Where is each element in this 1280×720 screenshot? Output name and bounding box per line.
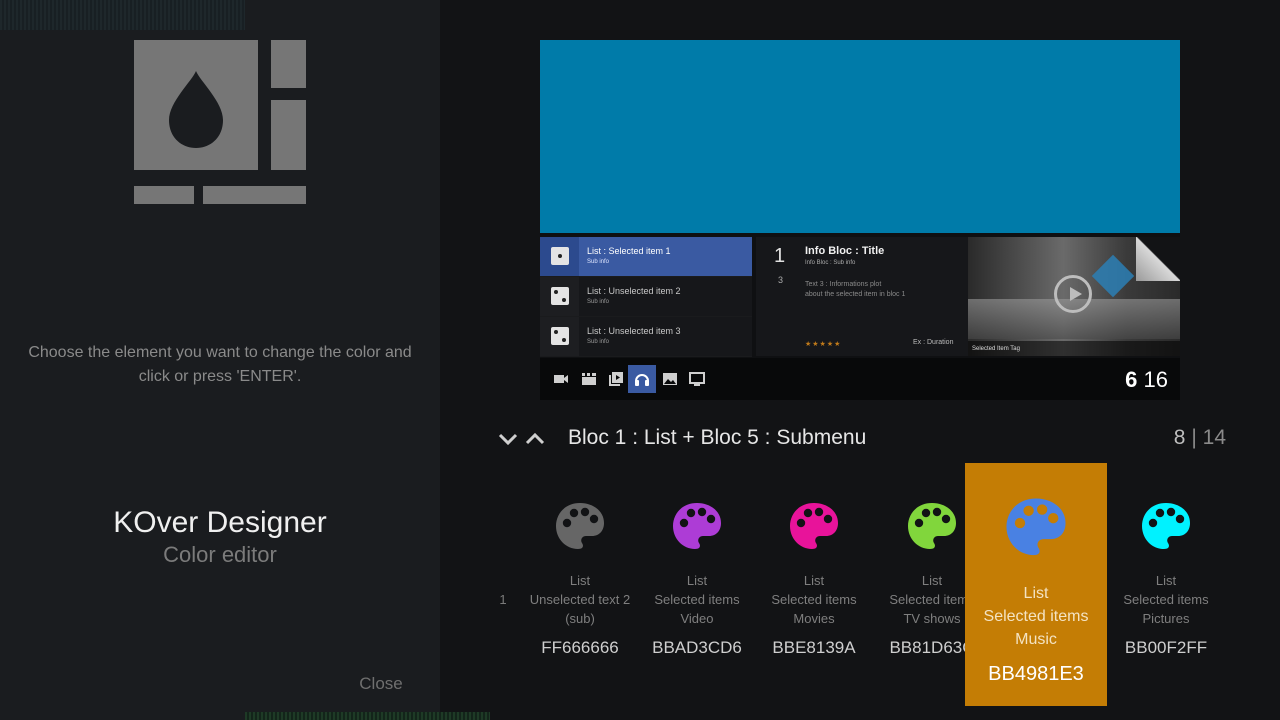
bloc-separator: | — [1191, 426, 1197, 449]
palette-icon — [1142, 503, 1190, 549]
info-small-number: 3 — [778, 275, 784, 285]
kodi-logo-icon — [1091, 254, 1135, 298]
palette-icon — [908, 503, 956, 549]
app-title: KOver Designer — [113, 506, 327, 539]
preview-thumb — [540, 317, 579, 356]
bloc-total: 14 — [1202, 426, 1226, 449]
bloc-title: Bloc 1 : List + Bloc 5 : Submenu — [568, 426, 867, 449]
swatch-label-line: Selected items — [1123, 592, 1209, 607]
palette-icon — [1006, 498, 1066, 556]
swatch-label-line: Selected items — [983, 608, 1089, 625]
preview-item-title: List : Selected item 1 — [587, 246, 671, 256]
headphones-icon — [635, 374, 649, 386]
top-decor-strip — [0, 0, 245, 30]
swatch-label-line: Pictures — [1142, 611, 1190, 626]
color-swatch[interactable]: List Selected items Music BB4981E3 — [965, 463, 1107, 706]
bloc-position: 8 — [1173, 426, 1186, 449]
instructions-line-2: click or press 'ENTER'. — [138, 368, 302, 385]
swatch-label-line: Music — [1015, 631, 1057, 648]
instructions-text: Choose the element you want to change th… — [20, 341, 420, 389]
swatch-color-code: BB00F2FF — [1124, 638, 1208, 657]
preview-thumb — [540, 277, 579, 316]
swatch-label-line: List — [1023, 585, 1049, 602]
preview-artwork: Selected Item Tag — [968, 237, 1180, 356]
preview-item-sub: Sub info — [587, 339, 610, 345]
preview-item-title: List : Unselected item 3 — [587, 326, 681, 336]
headphones-tab[interactable] — [628, 365, 656, 393]
bottom-decor-strip — [245, 712, 490, 720]
bloc-counter: 8 | 14 — [1174, 426, 1226, 450]
chevron-down-icon[interactable] — [497, 428, 519, 450]
preview-item-sub: Sub info — [587, 259, 610, 265]
preview-list-item[interactable]: List : Unselected item 3 Sub info — [540, 317, 752, 357]
info-sub: Info Bloc : Sub info — [805, 260, 856, 266]
tv-icon[interactable] — [689, 371, 705, 387]
preview-item-title: List : Unselected item 2 — [587, 286, 681, 296]
clapperboard-icon[interactable] — [581, 371, 597, 387]
picture-icon[interactable] — [662, 371, 678, 387]
dice-icon — [551, 247, 569, 265]
rating-stars: ★★★★★ — [805, 341, 842, 348]
dice-icon — [551, 287, 569, 305]
color-drop-layout-icon — [134, 40, 306, 204]
movie-camera-icon[interactable] — [553, 371, 569, 387]
info-title: Info Bloc : Title — [805, 245, 885, 257]
preview-info-bloc[interactable]: 1 3 Info Bloc : Title Info Bloc : Sub in… — [756, 237, 1180, 356]
preview-banner[interactable] — [540, 40, 1180, 233]
dice-icon — [551, 327, 569, 345]
info-big-number: 1 — [774, 245, 786, 267]
instructions-line-1: Choose the element you want to change th… — [28, 344, 412, 361]
close-button[interactable]: Close — [340, 674, 422, 694]
preview-item-sub: Sub info — [587, 299, 610, 305]
swatch-label: List Selected items Music — [965, 582, 1107, 651]
preview-list-item[interactable]: List : Unselected item 2 Sub info — [540, 277, 752, 317]
page-curl-icon — [1136, 237, 1180, 281]
skin-preview: List : Selected item 1 Sub info List : U… — [540, 40, 1180, 400]
palette-icon — [790, 503, 838, 549]
counter-current: 6 — [1125, 367, 1138, 392]
app-subtitle: Color editor — [163, 542, 277, 567]
palette-icon — [673, 503, 721, 549]
preview-thumb — [540, 237, 579, 276]
selected-item-tag: Selected Item Tag — [968, 341, 1180, 356]
info-plot-line-1: Text 3 : Informations plot — [805, 281, 882, 288]
swatch-color-code: BB4981E3 — [988, 663, 1084, 685]
info-plot-line-2: about the selected item in bloc 1 — [805, 291, 906, 298]
chevron-up-icon[interactable] — [524, 428, 546, 450]
swatch-label-line: List — [1155, 573, 1177, 588]
bloc-navigation: Bloc 1 : List + Bloc 5 : Submenu 8 | 14 — [497, 424, 1232, 454]
preview-list[interactable]: List : Selected item 1 Sub info List : U… — [540, 237, 752, 357]
preview-counter: 6 16 — [1125, 367, 1168, 393]
info-duration: Ex : Duration — [913, 339, 954, 346]
info-plot: Text 3 : Informations plot about the sel… — [805, 280, 925, 300]
counter-total: 16 — [1143, 367, 1168, 392]
preview-submenu-bar[interactable]: 6 16 — [540, 358, 1180, 400]
video-library-icon[interactable] — [608, 371, 624, 387]
preview-list-item[interactable]: List : Selected item 1 Sub info — [540, 237, 752, 277]
swatch-label: List Selected items Pictures — [1095, 571, 1237, 628]
play-icon — [1054, 275, 1092, 313]
color-swatch[interactable]: List Selected items Pictures BB00F2FF — [1095, 463, 1237, 706]
palette-icon — [556, 503, 604, 549]
